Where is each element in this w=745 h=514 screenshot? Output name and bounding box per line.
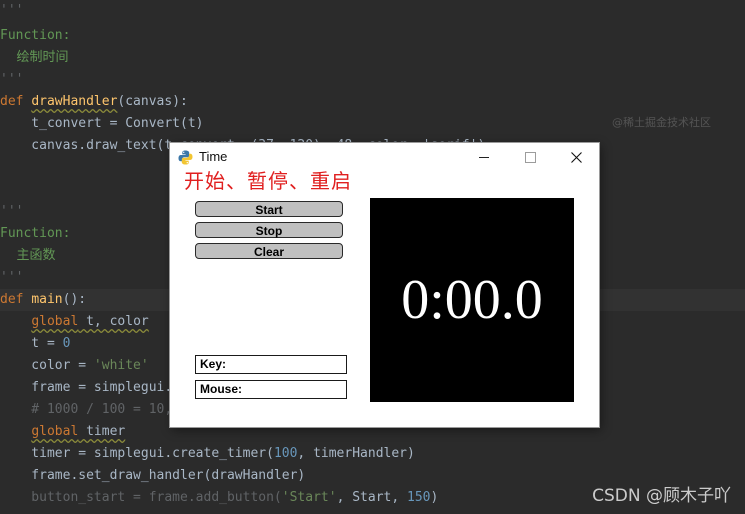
- window-title: Time: [199, 149, 228, 164]
- code-token: ''': [0, 204, 24, 219]
- code-line: t_convert = Convert(t): [0, 113, 204, 135]
- code-line: ''': [0, 69, 23, 91]
- watermark-small: @稀土掘金技术社区: [612, 116, 711, 129]
- code-token: 'Start': [281, 490, 337, 505]
- code-token: timer = simplegui.create_timer(: [0, 446, 274, 461]
- watermark: CSDN @顾木子吖: [592, 486, 731, 506]
- code-token: drawHandler: [31, 94, 118, 109]
- code-line: frame.set_draw_handler(drawHandler): [0, 465, 305, 487]
- mouse-display: Mouse:: [195, 380, 347, 399]
- code-token: ():: [62, 292, 87, 307]
- minimize-icon: [479, 156, 489, 158]
- code-token: 100: [273, 446, 298, 461]
- time-readout: 0:00.0: [401, 269, 543, 331]
- code-line: global t, color: [0, 311, 149, 333]
- code-token: Function:: [0, 226, 71, 241]
- code-token: button_start = frame.add_button(: [0, 490, 282, 505]
- code-token: (canvas):: [117, 94, 188, 109]
- code-token: global: [31, 424, 79, 439]
- code-line: ''': [0, 0, 23, 22]
- code-token: 绘制时间: [0, 50, 69, 65]
- time-app-window: Time 开始、暂停、重启 Start Stop Clear Key: Mous…: [170, 143, 599, 427]
- code-line: Function:: [0, 25, 70, 47]
- code-token: ''': [0, 3, 24, 18]
- close-icon: [570, 151, 582, 163]
- code-token: timer: [78, 424, 126, 439]
- code-token: , timerHandler): [297, 446, 415, 461]
- code-line: 主函数: [0, 245, 56, 267]
- code-token: ''': [0, 72, 24, 87]
- close-button[interactable]: [554, 143, 598, 171]
- maximize-icon: [524, 151, 536, 163]
- code-token: 150: [407, 490, 431, 505]
- clear-button[interactable]: Clear: [195, 243, 343, 259]
- code-line: button_start = frame.add_button('Start',…: [0, 487, 438, 509]
- code-line: color = 'white': [0, 355, 149, 377]
- code-token: 'white': [93, 358, 149, 373]
- maximize-button[interactable]: [508, 143, 552, 171]
- code-line: ''': [0, 201, 23, 223]
- stop-button[interactable]: Stop: [195, 222, 343, 238]
- start-button[interactable]: Start: [195, 201, 343, 217]
- code-token: main: [31, 292, 63, 307]
- code-token: t_convert = Convert(t): [0, 116, 204, 131]
- code-token: canvas.draw_text(: [0, 138, 165, 153]
- code-token: Function:: [0, 28, 71, 43]
- key-display: Key:: [195, 355, 347, 374]
- annotation-label: 开始、暂停、重启: [184, 169, 352, 193]
- code-line: ''': [0, 267, 23, 289]
- python-app-icon: [178, 150, 193, 165]
- code-token: 0: [62, 336, 71, 351]
- code-line: 绘制时间: [0, 47, 69, 69]
- code-token: , Start,: [336, 490, 408, 505]
- code-token: def: [0, 292, 32, 307]
- minimize-button[interactable]: [462, 143, 506, 171]
- code-token: 主函数: [0, 248, 56, 263]
- code-token: frame.set_draw_handler(drawHandler): [0, 468, 306, 483]
- code-token: global: [31, 314, 79, 329]
- code-line: timer = simplegui.create_timer(100, time…: [0, 443, 415, 465]
- code-token: t, color: [78, 314, 149, 329]
- code-line: global timer: [0, 421, 125, 443]
- code-line: Function:: [0, 223, 70, 245]
- code-token: ): [430, 490, 439, 505]
- code-line: def drawHandler(canvas):: [0, 91, 188, 113]
- code-token: t =: [0, 336, 63, 351]
- code-token: def: [0, 94, 32, 109]
- code-token: color =: [0, 358, 94, 373]
- drawing-canvas[interactable]: 0:00.0: [370, 198, 574, 402]
- code-line: t = 0: [0, 333, 70, 355]
- code-token: ''': [0, 270, 24, 285]
